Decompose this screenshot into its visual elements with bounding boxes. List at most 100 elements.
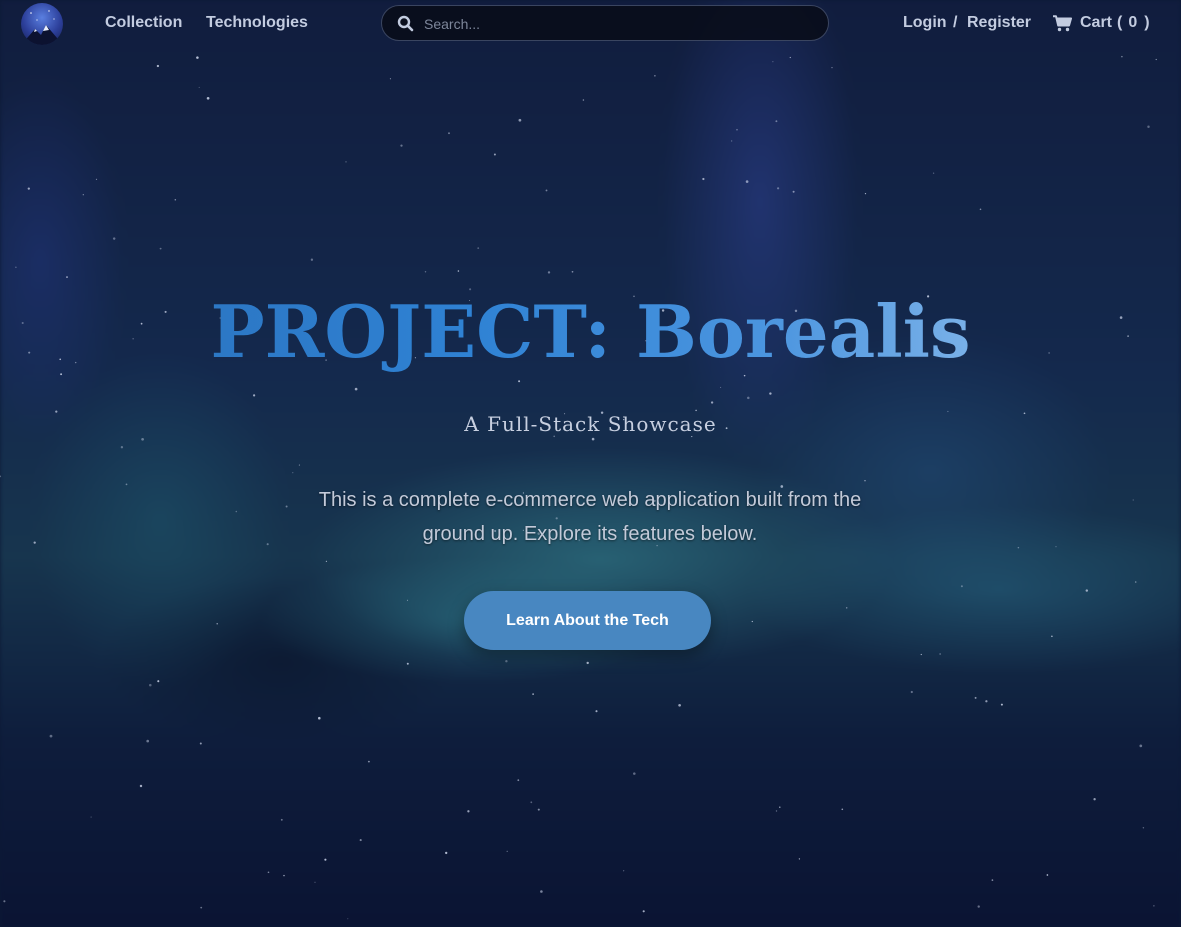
star: [1121, 55, 1123, 58]
star: [939, 653, 941, 655]
star: [1093, 798, 1096, 801]
star: [1055, 546, 1057, 548]
star: [747, 396, 750, 400]
star: [298, 464, 300, 466]
star: [400, 144, 403, 147]
star: [977, 905, 980, 908]
star: [196, 56, 199, 59]
search-input[interactable]: [422, 14, 806, 34]
cart-paren-close: ): [1144, 14, 1150, 31]
star: [199, 742, 202, 745]
star: [720, 386, 722, 388]
star: [1147, 125, 1150, 129]
star: [27, 187, 30, 190]
star: [1132, 499, 1134, 501]
star: [979, 208, 982, 211]
star: [623, 870, 625, 872]
register-link[interactable]: Register: [967, 14, 1031, 32]
star: [518, 380, 521, 383]
star: [731, 140, 733, 142]
site-logo[interactable]: [21, 3, 63, 45]
star: [776, 187, 780, 190]
search-icon: [397, 15, 414, 32]
star: [789, 56, 791, 59]
star: [751, 620, 753, 623]
star: [0, 475, 2, 478]
star: [33, 541, 36, 544]
star: [325, 560, 328, 563]
cart-paren-open: (: [1117, 14, 1123, 31]
cart-icon: [1053, 14, 1072, 31]
star: [779, 806, 781, 808]
star: [586, 661, 589, 665]
star: [157, 680, 160, 683]
star: [920, 653, 922, 656]
star: [792, 190, 795, 193]
star: [198, 86, 200, 88]
star: [547, 271, 551, 274]
auth-separator: /: [953, 14, 958, 31]
star: [324, 858, 327, 861]
star: [359, 839, 362, 842]
star: [532, 693, 534, 695]
star: [518, 118, 522, 122]
hero-title: PROJECT: Borealis: [0, 284, 1181, 380]
star: [15, 266, 17, 268]
star: [367, 760, 370, 763]
star: [775, 810, 778, 812]
star-field: [0, 55, 1157, 920]
star: [206, 96, 210, 100]
star: [736, 128, 738, 131]
learn-tech-button[interactable]: Learn About the Tech: [464, 591, 711, 650]
star: [506, 850, 508, 853]
star: [537, 808, 540, 811]
star: [798, 858, 801, 860]
star: [125, 483, 128, 486]
star: [445, 851, 448, 855]
star: [710, 401, 714, 404]
star: [864, 192, 867, 195]
star: [517, 779, 520, 782]
hero-description: This is a complete e-commerce web applic…: [318, 489, 862, 545]
star: [1134, 581, 1137, 583]
nav-link-collection[interactable]: Collection: [105, 14, 182, 32]
cart-button[interactable]: Cart ( 0 ): [1053, 14, 1150, 32]
star: [1085, 589, 1089, 592]
star: [3, 900, 6, 903]
star: [1051, 635, 1053, 638]
star: [1017, 546, 1020, 549]
star: [678, 703, 681, 707]
star: [156, 64, 160, 68]
nav-link-technologies[interactable]: Technologies: [206, 14, 308, 32]
star: [1153, 905, 1155, 907]
mountain-logo-icon: [21, 10, 63, 45]
star: [141, 437, 144, 441]
star: [448, 132, 450, 135]
star: [540, 890, 543, 893]
star: [252, 394, 256, 397]
star: [406, 599, 409, 601]
star: [1046, 874, 1049, 876]
star: [545, 189, 548, 192]
star: [1139, 744, 1143, 748]
star: [910, 690, 913, 694]
star: [467, 810, 470, 813]
star: [292, 472, 294, 474]
star: [493, 153, 496, 156]
star: [49, 734, 53, 738]
star: [285, 505, 288, 508]
login-link[interactable]: Login: [903, 14, 947, 32]
star: [318, 716, 321, 720]
star: [280, 818, 283, 821]
star: [745, 180, 749, 183]
star: [159, 247, 162, 250]
star: [310, 258, 314, 261]
star: [347, 918, 349, 920]
star: [146, 739, 150, 743]
cart-label: Cart: [1080, 14, 1113, 31]
star: [695, 409, 697, 412]
star: [841, 808, 844, 811]
hero-subtitle: A Full-Stack Showcase: [464, 412, 717, 436]
star: [389, 78, 391, 80]
star: [582, 99, 585, 101]
